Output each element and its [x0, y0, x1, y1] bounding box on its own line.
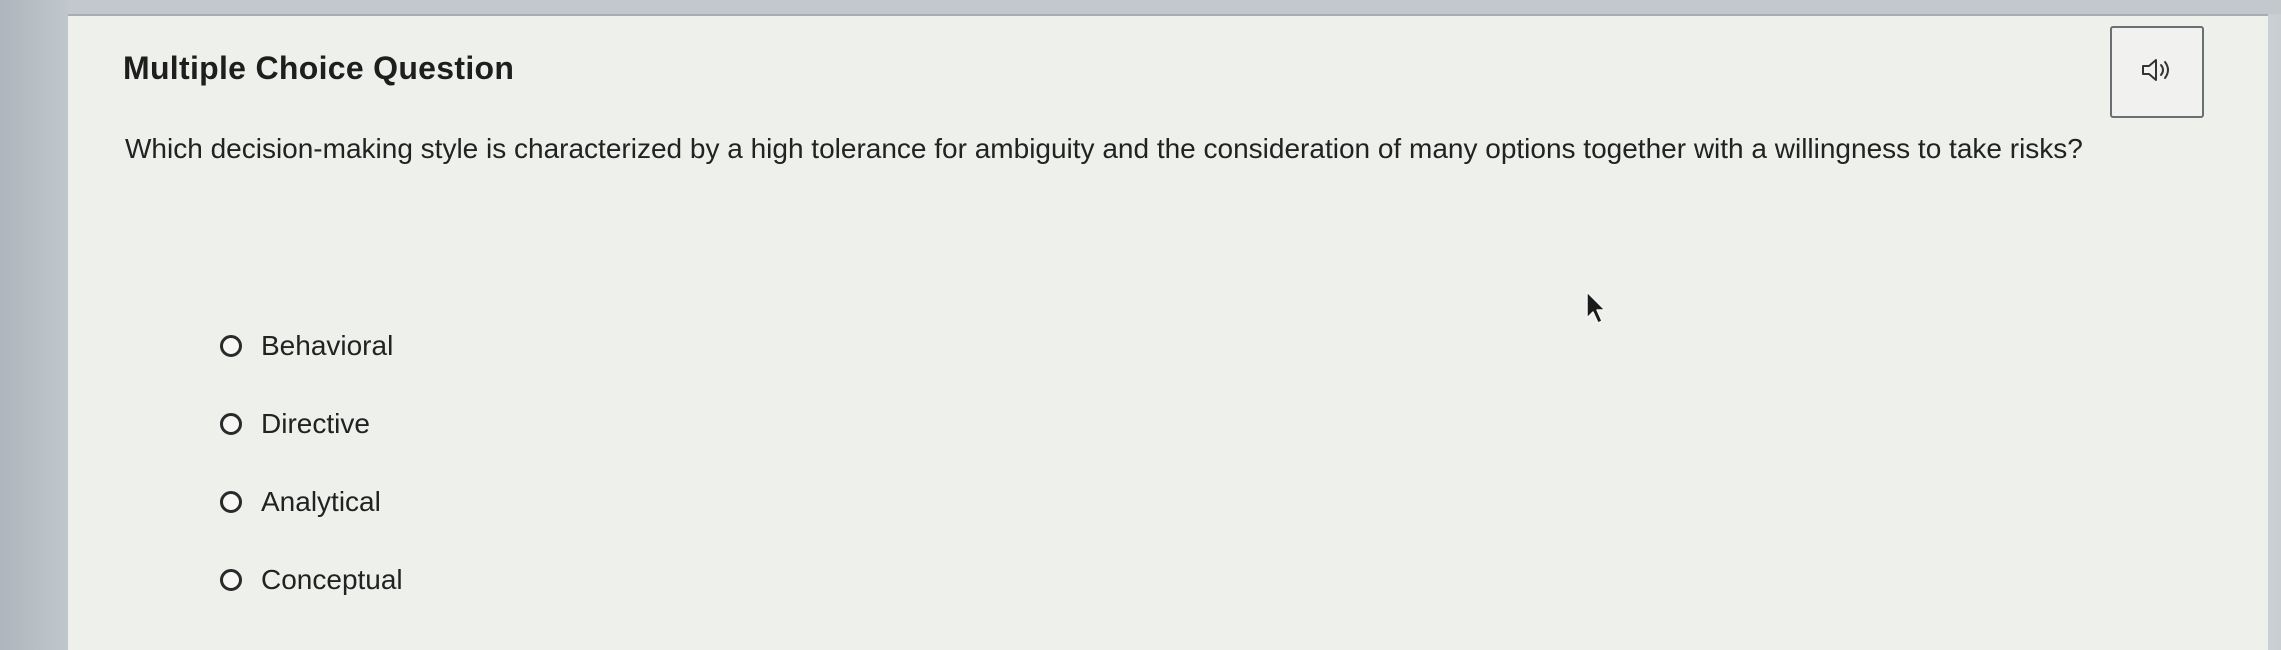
option-conceptual[interactable]: Conceptual: [220, 560, 403, 600]
speaker-icon: [2140, 56, 2174, 89]
question-text: Which decision-making style is character…: [125, 133, 2083, 164]
option-directive[interactable]: Directive: [220, 404, 403, 444]
screen: Multiple Choice Question Which decision-…: [0, 0, 2281, 650]
option-label: Analytical: [261, 486, 381, 517]
mouse-pointer-icon: [1585, 290, 1607, 331]
radio-button[interactable]: [220, 491, 242, 513]
radio-button[interactable]: [220, 335, 242, 357]
option-label: Conceptual: [261, 564, 403, 595]
read-aloud-button[interactable]: [2110, 26, 2204, 118]
left-margin: [0, 0, 68, 650]
option-analytical[interactable]: Analytical: [220, 482, 403, 522]
radio-button[interactable]: [220, 413, 242, 435]
option-label: Directive: [261, 408, 370, 439]
question-type-title: Multiple Choice Question: [123, 50, 515, 86]
radio-button[interactable]: [220, 569, 242, 591]
option-label: Behavioral: [261, 330, 394, 361]
answer-options: Behavioral Directive Analytical Conceptu…: [220, 326, 403, 638]
top-bar: [0, 0, 2281, 14]
option-behavioral[interactable]: Behavioral: [220, 326, 403, 366]
